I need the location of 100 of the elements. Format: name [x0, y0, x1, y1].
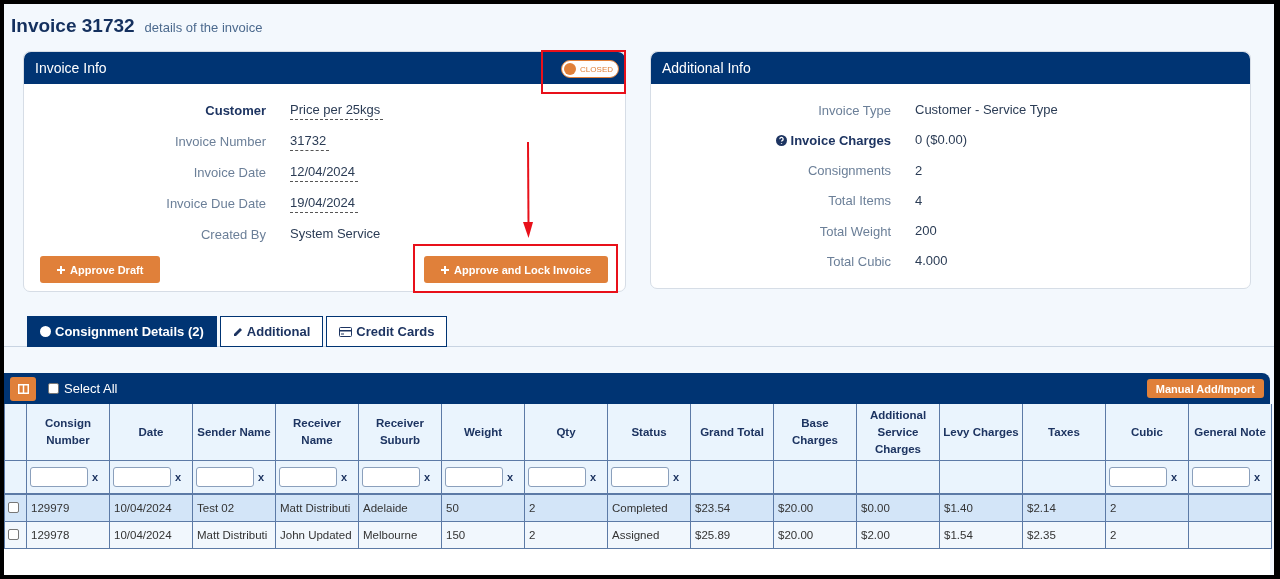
- field-value[interactable]: Price per 25kgs: [290, 101, 384, 120]
- field-value: 4.000: [915, 252, 948, 271]
- filter-field[interactable]: [362, 467, 420, 487]
- table-cell: 2: [1105, 521, 1189, 549]
- tab[interactable]: Additional: [219, 316, 324, 347]
- clear-filter-button[interactable]: x: [507, 471, 514, 483]
- filter-field[interactable]: [30, 467, 88, 487]
- table-cell: John Updated: [275, 521, 359, 549]
- field-label: Created By: [200, 225, 266, 244]
- filter-field[interactable]: [1109, 467, 1167, 487]
- table-cell: Matt Distributi: [192, 521, 276, 549]
- field-value[interactable]: 19/04/2024: [290, 194, 359, 213]
- table-cell: $23.54: [690, 494, 774, 522]
- table-cell: $20.00: [773, 494, 857, 522]
- clear-filter-button[interactable]: x: [673, 471, 680, 483]
- select-all-checkbox[interactable]: Select All: [48, 381, 118, 396]
- table-cell: 129978: [26, 521, 110, 549]
- panel-title: Invoice Info: [35, 60, 107, 76]
- help-icon[interactable]: [775, 135, 787, 147]
- table-cell: $2.35: [1022, 521, 1106, 549]
- filter-field[interactable]: [196, 467, 254, 487]
- column-header[interactable]: Receiver Name: [275, 404, 359, 461]
- field-label: Total Cubic: [826, 253, 891, 271]
- table-cell: $0.00: [856, 494, 940, 522]
- field-label: Total Items: [828, 192, 891, 211]
- column-header[interactable]: Consign Number: [26, 404, 110, 461]
- table-cell: Completed: [607, 494, 691, 522]
- panel-title: Additional Info: [662, 60, 751, 76]
- table-cell: $2.14: [1022, 494, 1106, 522]
- field-value[interactable]: 12/04/2024: [290, 163, 359, 182]
- row-checkbox[interactable]: [8, 528, 19, 540]
- column-header[interactable]: Grand Total: [690, 404, 774, 461]
- clear-filter-button[interactable]: x: [341, 471, 348, 483]
- table-cell: 150: [441, 521, 525, 549]
- clear-filter-button[interactable]: x: [424, 471, 431, 483]
- row-checkbox[interactable]: [8, 501, 19, 513]
- credit-card-icon: [339, 326, 353, 337]
- table-cell: 50: [441, 494, 525, 522]
- table-cell: $25.89: [690, 521, 774, 549]
- column-header[interactable]: Date: [109, 404, 193, 461]
- plus-icon: [57, 265, 65, 274]
- table-cell: 2: [524, 521, 608, 549]
- table-cell: $1.40: [939, 494, 1023, 522]
- column-header[interactable]: Sender Name: [192, 404, 276, 461]
- table-cell: $2.00: [856, 521, 940, 549]
- filter-field[interactable]: [611, 467, 669, 487]
- page-title: Invoice 31732: [11, 15, 135, 37]
- clear-filter-button[interactable]: x: [1171, 471, 1178, 483]
- column-header[interactable]: Qty: [524, 404, 608, 461]
- field-label: Invoice Due Date: [166, 194, 266, 213]
- table-cell: $1.54: [939, 521, 1023, 549]
- table-cell: 129979: [26, 494, 110, 522]
- page-subtitle: details of the invoice: [144, 20, 263, 35]
- table-cell: 10/04/2024: [109, 494, 193, 522]
- column-header[interactable]: Status: [607, 404, 691, 461]
- column-header[interactable]: Taxes: [1022, 404, 1106, 461]
- column-header[interactable]: Weight: [441, 404, 525, 461]
- field-value: 200: [915, 222, 937, 241]
- table-cell: $20.00: [773, 521, 857, 549]
- table-cell: Melbourne: [358, 521, 442, 549]
- columns-button[interactable]: [10, 376, 36, 401]
- column-header[interactable]: Receiver Suburb: [358, 404, 442, 461]
- field-value: Customer - Service Type: [915, 101, 1058, 119]
- filter-field[interactable]: [279, 467, 337, 487]
- clear-filter-button[interactable]: x: [258, 471, 265, 483]
- clear-filter-button[interactable]: x: [92, 471, 99, 483]
- field-value[interactable]: 31732: [290, 132, 330, 151]
- field-value: System Service: [290, 225, 381, 243]
- column-header[interactable]: General Note: [1188, 404, 1272, 461]
- filter-field[interactable]: [445, 467, 503, 487]
- column-header[interactable]: Base Charges: [773, 404, 857, 461]
- pencil-icon: [232, 326, 243, 337]
- clear-filter-button[interactable]: x: [590, 471, 597, 483]
- field-value: 4: [915, 191, 923, 210]
- table-cell: 2: [1105, 494, 1189, 522]
- plus-icon: [441, 265, 450, 274]
- field-label: Consignments: [807, 162, 891, 181]
- field-label: Invoice Type: [818, 101, 891, 120]
- tab[interactable]: Credit Cards: [326, 316, 448, 347]
- field-label: Invoice Number: [174, 132, 266, 151]
- filter-field[interactable]: [113, 467, 171, 487]
- table-cell: Matt Distributi: [275, 494, 359, 522]
- header-cell: [4, 404, 27, 461]
- clear-filter-button[interactable]: x: [1254, 471, 1261, 483]
- field-label: Invoice Date: [193, 163, 266, 182]
- tab[interactable]: Consignment Details (2): [27, 316, 217, 347]
- column-header[interactable]: Cubic: [1105, 404, 1189, 461]
- clear-filter-button[interactable]: x: [175, 471, 182, 483]
- column-header[interactable]: Additional Service Charges: [856, 404, 940, 461]
- field-label: Total Weight: [819, 222, 891, 241]
- filter-field[interactable]: [528, 467, 586, 487]
- field-label: Customer: [205, 101, 266, 120]
- table-cell: Assigned: [607, 521, 691, 549]
- field-value: 0 ($0.00): [915, 131, 968, 150]
- circle-icon: [40, 326, 51, 337]
- filter-field[interactable]: [1192, 467, 1250, 487]
- columns-icon: [17, 383, 29, 394]
- field-value: 2: [915, 161, 923, 180]
- column-header[interactable]: Levy Charges: [939, 404, 1023, 461]
- table-cell: Adelaide: [358, 494, 442, 522]
